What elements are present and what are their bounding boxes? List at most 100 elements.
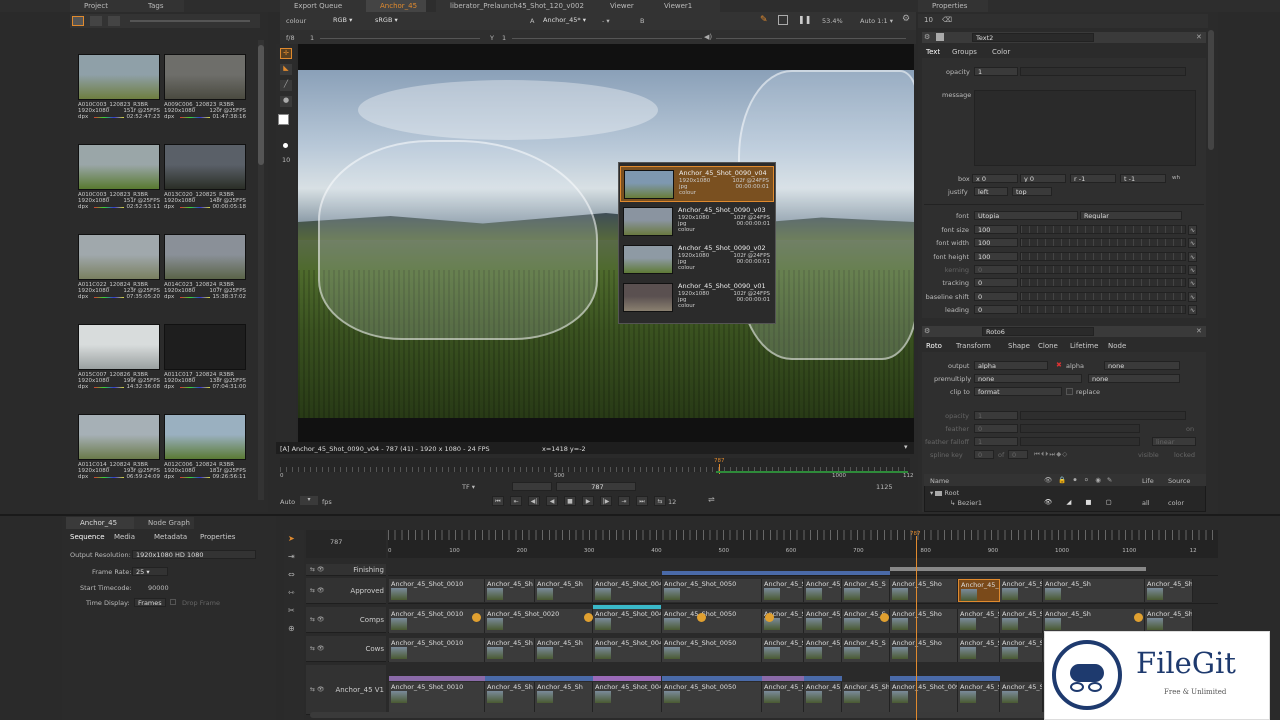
approved-clip[interactable]: Anchor_45_S bbox=[1000, 579, 1043, 602]
param-field[interactable]: 100 bbox=[974, 225, 1018, 234]
text-node-close-icon[interactable]: ✕ bbox=[1196, 33, 1202, 41]
param-anim-button[interactable]: ∿ bbox=[1188, 238, 1197, 249]
bezier-source[interactable]: color bbox=[1168, 499, 1184, 507]
opacity-field[interactable]: 1 bbox=[974, 67, 1018, 76]
step-value[interactable]: 12 bbox=[668, 498, 676, 506]
box-t-field[interactable]: t -1 bbox=[1120, 174, 1166, 183]
param-slider[interactable] bbox=[1020, 278, 1186, 288]
cows-clip[interactable]: Anchor_45_Sh bbox=[485, 638, 535, 662]
cows-clip[interactable]: Anchor_45_Shot_0090 bbox=[958, 638, 1000, 662]
select-track-tool-icon[interactable]: ➤ bbox=[288, 534, 295, 543]
cows-clip[interactable]: Anchor_45_Sh bbox=[535, 638, 593, 662]
comps-clip[interactable]: Anchor_45_Shot_0010 bbox=[389, 609, 485, 633]
comp-badge-icon[interactable] bbox=[472, 613, 481, 622]
cows-clip[interactable]: Anchor_45_Shot_0050 bbox=[662, 638, 762, 662]
loop-icon[interactable]: ⇌ bbox=[708, 495, 715, 504]
comp-badge-icon[interactable] bbox=[584, 613, 593, 622]
message-textarea[interactable] bbox=[974, 90, 1196, 166]
bin-thumbnail[interactable] bbox=[78, 414, 160, 460]
comps-clip[interactable]: Anchor_45_Shot_0120 bbox=[1145, 609, 1193, 633]
pause-icon[interactable]: ❚❚ bbox=[798, 15, 811, 24]
play-button[interactable]: ▶ bbox=[582, 496, 594, 506]
brush-size[interactable]: 10 bbox=[282, 156, 290, 164]
comps-clip[interactable]: Anchor_45_Sh bbox=[1000, 609, 1043, 633]
box-r-field[interactable]: r -1 bbox=[1070, 174, 1116, 183]
bin-thumbnail[interactable] bbox=[164, 144, 246, 190]
color-swatch[interactable] bbox=[278, 114, 289, 125]
param-slider[interactable] bbox=[1020, 238, 1186, 248]
roto-node-name[interactable]: Roto6 bbox=[982, 327, 1094, 336]
approved-clip[interactable]: Anchor_45_Sh bbox=[762, 579, 804, 602]
v1-clip[interactable]: Anchor_45_Shot_0010 bbox=[389, 682, 485, 712]
roto-node-tab[interactable]: Lifetime bbox=[1070, 342, 1098, 350]
bin-thumbnail[interactable] bbox=[164, 54, 246, 100]
param-slider[interactable] bbox=[1020, 225, 1186, 234]
approved-clip[interactable]: Anchor_45_S bbox=[842, 579, 890, 602]
approved-clip[interactable]: Anchor_45_Sh bbox=[1043, 579, 1145, 602]
text-node-tab[interactable]: Color bbox=[992, 48, 1010, 56]
node-color-icon[interactable] bbox=[936, 33, 944, 41]
tab-project[interactable]: Project bbox=[70, 0, 134, 12]
colour-selector[interactable]: colour bbox=[286, 17, 306, 25]
comp-badge-icon[interactable] bbox=[1134, 613, 1143, 622]
mask-select[interactable]: none bbox=[1104, 361, 1180, 370]
fps-dropdown[interactable]: ▾ bbox=[300, 496, 318, 505]
approved-clip[interactable]: Anchor_45_Shot_0040 bbox=[593, 579, 662, 602]
cows-clip[interactable]: Anchor_45_Sh bbox=[762, 638, 804, 662]
v1-clip[interactable]: Anchor_45_Sho bbox=[842, 682, 890, 712]
wipe-select[interactable]: - ▾ bbox=[602, 17, 610, 25]
param-slider[interactable] bbox=[1020, 251, 1186, 261]
bin-thumbnail[interactable] bbox=[164, 234, 246, 280]
timeline-playhead[interactable] bbox=[916, 536, 917, 720]
bin-thumbnail[interactable] bbox=[164, 414, 246, 460]
paint-brush-icon[interactable]: ✎ bbox=[760, 15, 770, 25]
wh-toggle[interactable]: wh bbox=[1172, 175, 1180, 181]
roto-param-slider[interactable] bbox=[1020, 424, 1140, 433]
properties-scrollbar[interactable] bbox=[1208, 30, 1214, 150]
info-menu-icon[interactable]: ▾ bbox=[904, 443, 908, 451]
text-node-name[interactable]: Text2 bbox=[972, 33, 1094, 42]
shuttle-button[interactable]: ⇆ bbox=[654, 496, 666, 506]
max-nodes-field[interactable]: 10 bbox=[924, 16, 933, 24]
step-forward-button[interactable]: |▶ bbox=[600, 496, 612, 506]
prev-edit-button[interactable]: ⇤ bbox=[510, 496, 522, 506]
seq-subtab[interactable]: Sequence bbox=[70, 533, 105, 541]
transform-tool-icon[interactable]: ◣ bbox=[280, 64, 292, 75]
v1-clip[interactable]: Anchor_45_Shot_0090 bbox=[890, 682, 958, 712]
select-tool-icon[interactable]: ✛ bbox=[280, 48, 292, 59]
node-settings-icon[interactable]: ⚙ bbox=[924, 33, 930, 41]
bin-thumbnail[interactable] bbox=[78, 54, 160, 100]
clone-tool-icon[interactable]: ● bbox=[280, 96, 292, 107]
output-select[interactable]: alpha bbox=[974, 361, 1048, 370]
multi-select-tool-icon[interactable]: ⇥ bbox=[288, 552, 295, 561]
slip-tool-icon[interactable]: ⇿ bbox=[288, 588, 295, 597]
param-field[interactable]: 100 bbox=[974, 238, 1018, 248]
approved-clip[interactable]: Anchor_45_Sho bbox=[890, 579, 958, 602]
roto-close-icon[interactable]: ✕ bbox=[1196, 327, 1202, 335]
tab-liberator[interactable]: liberator_Prelaunch45_Shot_120_v002 bbox=[436, 0, 596, 12]
spline-key-field[interactable]: 0 bbox=[974, 450, 994, 459]
param-anim-button[interactable]: ∿ bbox=[1188, 278, 1197, 289]
row-root[interactable]: ▾ Root bbox=[930, 489, 959, 497]
seq-subtab[interactable]: Media bbox=[114, 533, 135, 541]
approved-clip[interactable]: Anchor_45_Shot_0050 bbox=[662, 579, 762, 602]
key-nav-icons[interactable]: ⏮⏴⏵⏭◆◇ bbox=[1034, 450, 1068, 459]
font-select[interactable]: Utopia bbox=[974, 211, 1078, 220]
in-frame-field[interactable] bbox=[512, 482, 552, 491]
param-field[interactable]: 0 bbox=[974, 291, 1018, 301]
param-slider[interactable] bbox=[1020, 264, 1186, 274]
v1-clip[interactable]: Anchor_45_Shot_0040 bbox=[593, 682, 662, 712]
roto-param-field[interactable]: 0 bbox=[974, 424, 1018, 433]
approved-clip[interactable]: Anchor_45_Shot_0090 bbox=[958, 579, 1000, 602]
tab-export-queue[interactable]: Export Queue bbox=[280, 0, 366, 12]
col-name[interactable]: Name bbox=[930, 477, 949, 485]
channel-select[interactable]: RGB ▾ bbox=[330, 16, 364, 25]
justify-h-select[interactable]: left bbox=[974, 187, 1008, 196]
font-style-select[interactable]: Regular bbox=[1080, 211, 1182, 220]
version-row[interactable]: Anchor_45_Shot_0090_v03 1920x1080 102f @24… bbox=[620, 204, 774, 240]
comps-clip[interactable]: Anchor_45_Sh bbox=[1043, 609, 1145, 633]
brush-tool-icon[interactable]: ╱ bbox=[280, 80, 292, 91]
approved-clip[interactable]: Anchor_45_Sh bbox=[535, 579, 593, 602]
comp-badge-icon[interactable] bbox=[697, 613, 706, 622]
frame-rate-select[interactable]: 25 ▾ bbox=[132, 567, 168, 576]
